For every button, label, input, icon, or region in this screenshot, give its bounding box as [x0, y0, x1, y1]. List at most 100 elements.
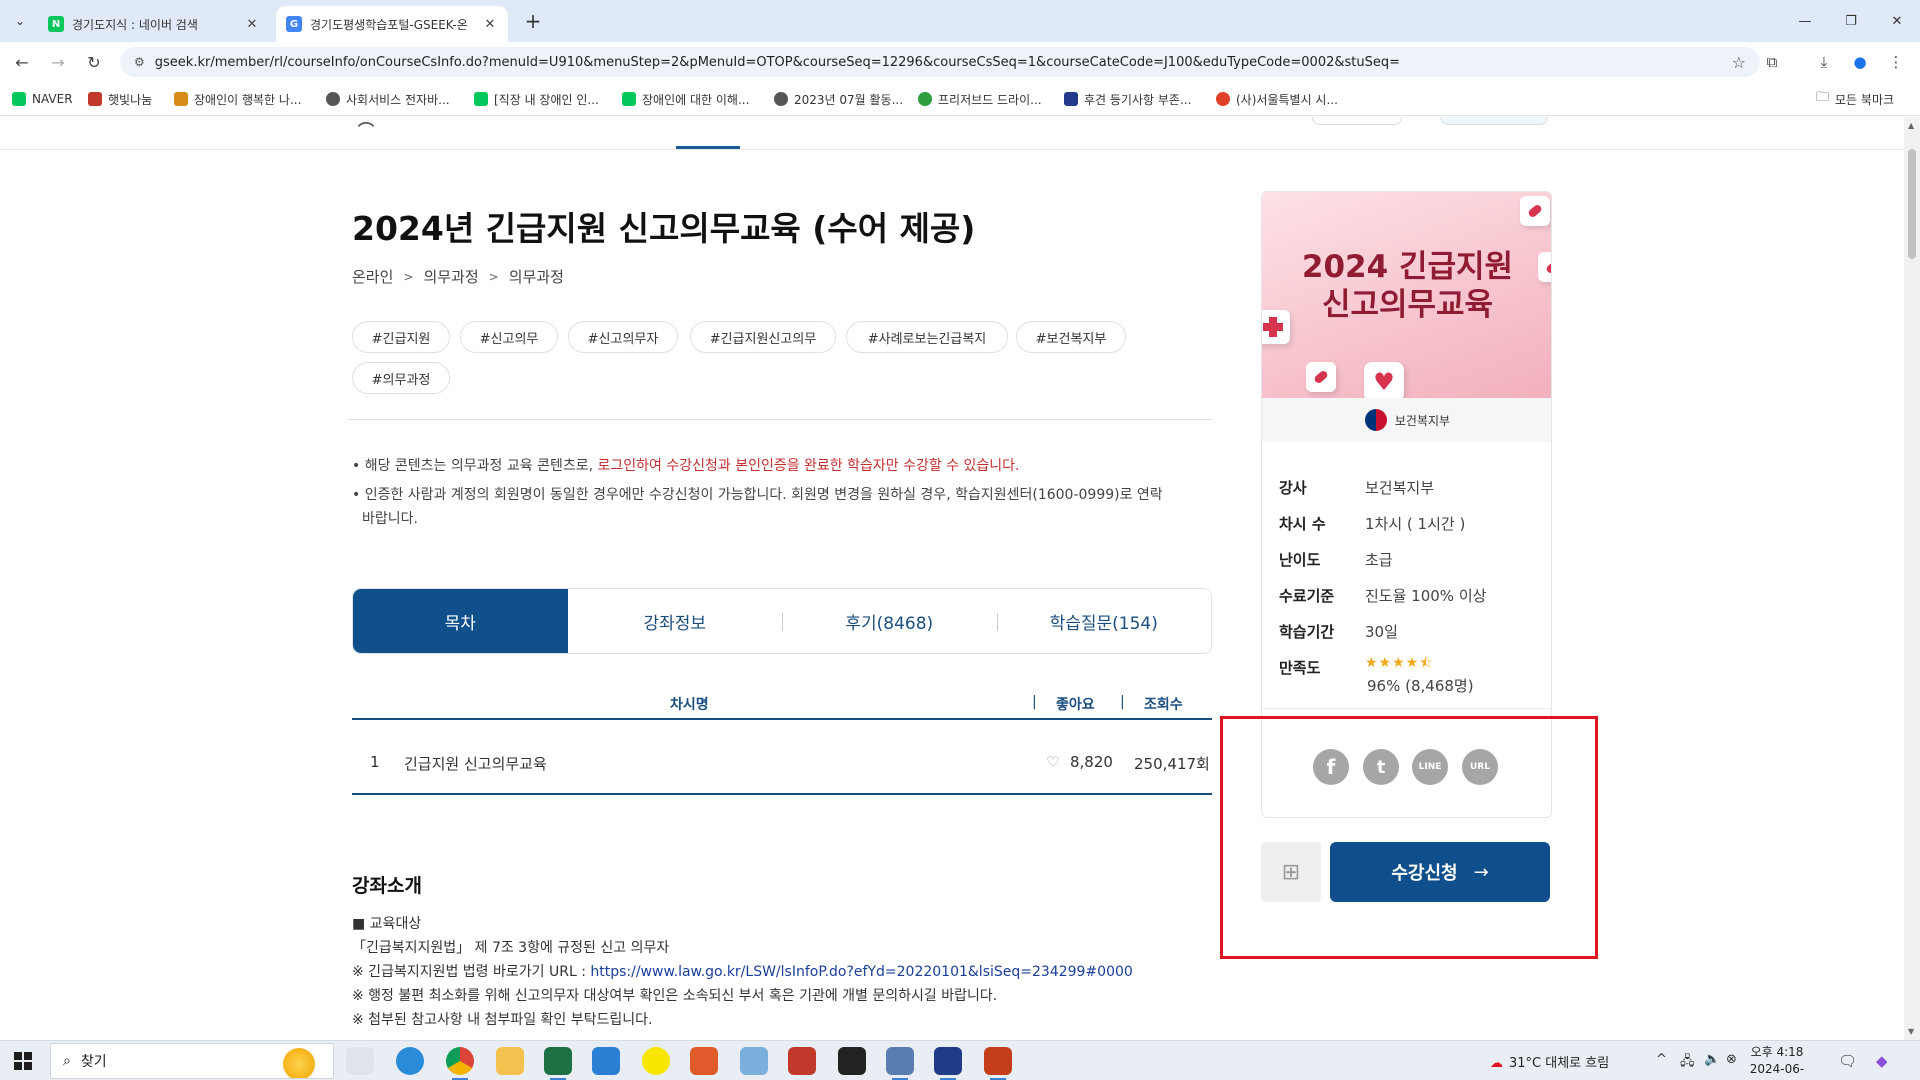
tab-toc[interactable]: 목차 [353, 589, 568, 653]
tag-chip[interactable]: #사례로보는긴급복지 [846, 321, 1008, 353]
minimize-icon[interactable]: — [1782, 0, 1828, 42]
scrollbar-thumb[interactable] [1908, 149, 1916, 259]
tag-chip[interactable]: #보건복지부 [1016, 321, 1126, 353]
notice-line-continued: 바랍니다. [362, 511, 418, 527]
tab-course-info[interactable]: 강좌정보 [568, 589, 783, 653]
address-bar[interactable]: ⚙ gseek.kr/member/rl/courseInfo/onCourse… [120, 47, 1760, 77]
header-divider [0, 149, 1904, 150]
bookmark-favicon-icon [474, 92, 488, 106]
close-icon[interactable]: ✕ [244, 17, 260, 32]
naver-favicon-icon: N [48, 16, 64, 32]
breadcrumb-item[interactable]: 온라인 [352, 266, 393, 287]
restore-icon[interactable]: ❐ [1828, 0, 1874, 42]
bookmark-item[interactable]: 사회서비스 전자바... [326, 90, 450, 108]
intro-law: 「긴급복지지원법」 제 7조 3항에 규정된 신고 의무자 [352, 940, 670, 956]
profile-avatar-icon[interactable]: ● [1848, 50, 1872, 74]
heart-icon[interactable]: ♡ [1046, 753, 1059, 771]
enroll-button[interactable]: 수강신청 → [1330, 842, 1550, 902]
bookmark-item[interactable]: 프리저브드 드라이... [918, 90, 1042, 108]
lesson-name[interactable]: 긴급지원 신고의무교육 [404, 753, 547, 774]
excel-icon[interactable] [544, 1047, 572, 1080]
network-icon[interactable]: 🖧 [1680, 1052, 1695, 1074]
chrome-browser-icon[interactable] [446, 1047, 474, 1080]
twitter-share-icon[interactable]: t [1363, 749, 1399, 785]
scroll-down-icon[interactable]: ▼ [1908, 1027, 1914, 1036]
breadcrumb-item[interactable]: 의무과정 [509, 266, 564, 287]
page-scrollbar[interactable]: ▲ ▼ [1904, 117, 1920, 1040]
col-divider: | [1120, 694, 1125, 710]
download-icon[interactable]: ⤓ [1812, 50, 1836, 74]
app-icon[interactable] [690, 1047, 718, 1075]
bookmark-item[interactable]: 2023년 07월 활동... [774, 90, 903, 108]
table-row[interactable]: 1 긴급지원 신고의무교육 ♡ 8,820 250,417회 [352, 739, 1212, 795]
bookmark-favicon-icon [174, 92, 188, 106]
volume-icon[interactable]: 🔈 [1704, 1052, 1720, 1067]
share-divider [1262, 708, 1551, 709]
browser-tab-gseek[interactable]: G 경기도평생학습포털-GSEEK-온 ✕ [276, 6, 508, 42]
window-close-icon[interactable]: ✕ [1874, 0, 1920, 42]
tag-chip[interactable]: #긴급지원신고의무 [690, 321, 836, 353]
kakaotalk-icon[interactable] [642, 1047, 670, 1075]
copilot-icon[interactable]: ◆ [1876, 1052, 1888, 1070]
extensions-icon[interactable]: ⧉ [1760, 50, 1784, 74]
bookmark-item[interactable]: 장애인에 대한 이해... [622, 90, 749, 108]
facebook-share-icon[interactable]: f [1313, 749, 1349, 785]
bookmark-item[interactable]: 후견 등기사항 부존... [1064, 90, 1191, 108]
site-info-icon[interactable]: ⚙ [134, 55, 145, 69]
edge-browser-icon[interactable] [396, 1047, 424, 1075]
naver-favicon-icon [12, 92, 26, 106]
sticky-notes-icon[interactable] [838, 1047, 866, 1075]
header-button-partial[interactable] [1440, 117, 1548, 125]
tag-chip[interactable]: #신고의무자 [568, 321, 678, 353]
reload-icon[interactable]: ↻ [82, 50, 106, 74]
app-icon[interactable] [788, 1047, 816, 1075]
tag-chip[interactable]: #신고의무 [460, 321, 558, 353]
browser-tab-naver[interactable]: N 경기도지식 : 네이버 검색 ✕ [38, 6, 270, 42]
url-text: gseek.kr/member/rl/courseInfo/onCourseCs… [154, 54, 1400, 70]
taskbar-clock[interactable]: 오후 4:18 2024-06-21 [1746, 1044, 1808, 1080]
task-view-icon[interactable] [346, 1047, 374, 1075]
breadcrumb-item[interactable]: 의무과정 [423, 266, 478, 287]
tab-search-chevron-icon[interactable]: ⌄ [8, 9, 32, 33]
powerpoint-icon[interactable] [984, 1047, 1012, 1080]
tray-chevron-up-icon[interactable]: ^ [1656, 1052, 1667, 1067]
header-button-partial[interactable] [1312, 117, 1402, 125]
weather-widget[interactable]: ☁ 31°C 대체로 흐림 [1490, 1052, 1609, 1071]
intro-note: ※ 행정 불편 최소화를 위해 신고의무자 대상여부 확인은 소속되신 부서 혹… [352, 988, 998, 1004]
close-icon[interactable]: ✕ [482, 17, 498, 32]
app-icon[interactable] [886, 1047, 914, 1080]
line-share-icon[interactable]: LINE [1412, 749, 1448, 785]
tag-chip[interactable]: #긴급지원 [352, 321, 450, 353]
file-explorer-icon[interactable] [496, 1047, 524, 1075]
bookmark-item[interactable]: [직장 내 장애인 인... [474, 90, 599, 108]
login-required-text: 로그인하여 수강신청과 본인인증을 완료한 학습자만 수강할 수 있습니다. [597, 458, 1020, 474]
windows-start-icon[interactable] [14, 1052, 32, 1070]
all-bookmarks-folder[interactable]: 🗀 모든 북마크 [1816, 90, 1894, 108]
app-icon[interactable] [592, 1047, 620, 1075]
taskbar-search[interactable]: ⌕ 찾기 [50, 1043, 334, 1079]
status-icon[interactable]: ⊗ [1726, 1052, 1737, 1067]
back-arrow-icon[interactable]: ← [10, 50, 34, 74]
wishlist-bookmark-icon[interactable]: ⊞ [1261, 842, 1321, 902]
bookmark-item[interactable]: NAVER [12, 90, 73, 108]
notification-icon[interactable]: 🗨 [1838, 1052, 1857, 1070]
more-menu-icon[interactable]: ⋮ [1884, 50, 1908, 74]
site-logo-partial[interactable]: ⌒ [358, 117, 374, 141]
tag-chip[interactable]: #의무과정 [352, 362, 450, 394]
forward-arrow-icon[interactable]: → [46, 50, 70, 74]
bookmark-item[interactable]: 햇빛나눔 [88, 90, 152, 108]
bookmark-item[interactable]: 장애인이 행복한 나... [174, 90, 301, 108]
intro-target: ■ 교육대상 [352, 916, 422, 932]
bookmark-favicon-icon [88, 92, 102, 106]
tab-title: 경기도평생학습포털-GSEEK-온 [310, 17, 468, 32]
tab-questions[interactable]: 학습질문(154) [996, 589, 1212, 653]
bookmark-item[interactable]: (사)서울특별시 시... [1216, 90, 1338, 108]
url-copy-icon[interactable]: URL [1462, 749, 1498, 785]
app-icon[interactable] [934, 1047, 962, 1080]
scroll-up-icon[interactable]: ▲ [1908, 121, 1914, 130]
law-link[interactable]: https://www.law.go.kr/LSW/lsInfoP.do?efY… [590, 964, 1132, 980]
tab-reviews[interactable]: 후기(8468) [782, 589, 997, 653]
new-tab-plus-icon[interactable]: + [520, 8, 546, 34]
bookmark-star-icon[interactable]: ☆ [1732, 53, 1746, 72]
app-icon[interactable] [740, 1047, 768, 1075]
